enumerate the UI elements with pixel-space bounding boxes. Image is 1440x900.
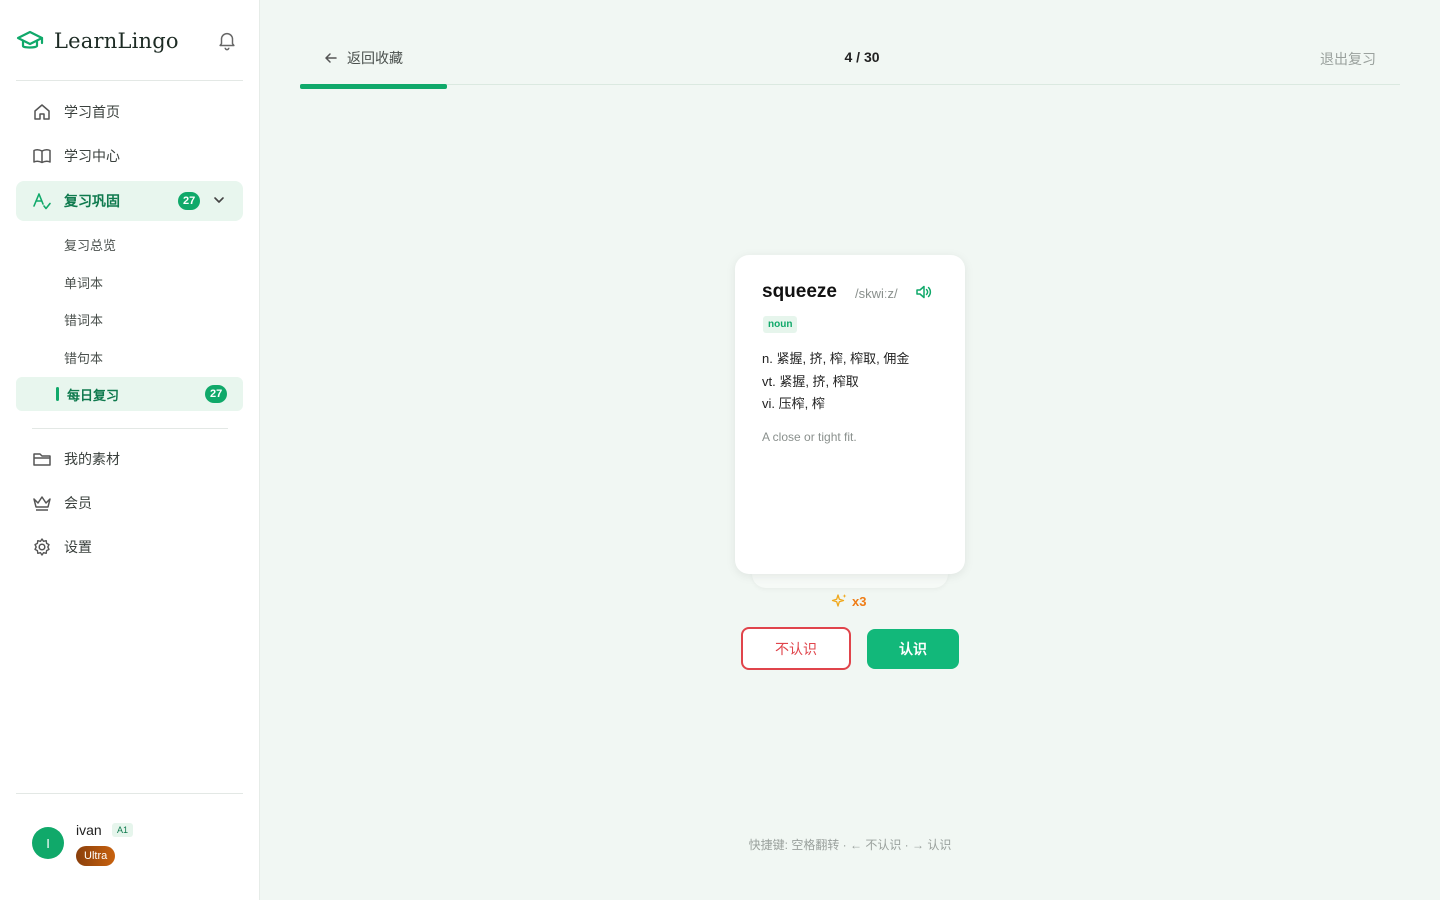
- sidebar-divider: [16, 793, 243, 794]
- unknown-button[interactable]: 不认识: [741, 627, 851, 670]
- sidebar-item-review[interactable]: 复习巩固 27: [16, 181, 243, 221]
- sidebar-item-learning-center[interactable]: 学习中心: [16, 136, 243, 176]
- streak-count: x3: [852, 593, 867, 609]
- exit-review-button[interactable]: 退出复习: [1310, 49, 1386, 69]
- sidebar-item-settings[interactable]: 设置: [16, 527, 243, 567]
- arrow-left-icon: [325, 53, 337, 63]
- sidebar-item-label: 会员: [64, 495, 92, 511]
- gear-icon: [32, 537, 52, 557]
- bell-icon[interactable]: [216, 29, 238, 51]
- daily-review-badge: 27: [205, 385, 228, 403]
- back-label: 返回收藏: [347, 50, 403, 66]
- back-button[interactable]: 返回收藏: [324, 48, 403, 68]
- subitem-label: 错词本: [64, 312, 104, 328]
- definition-line: vi. 压榨, 榨: [762, 396, 825, 411]
- sidebar-item-label: 我的素材: [64, 451, 120, 467]
- chevron-down-icon[interactable]: [212, 193, 226, 207]
- sidebar-item-membership[interactable]: 会员: [16, 483, 243, 523]
- sidebar-item-label: 设置: [64, 539, 92, 555]
- sidebar-subitem-wrong-words[interactable]: 错词本: [16, 302, 243, 336]
- sidebar-divider: [32, 428, 228, 429]
- sidebar-item-label: 学习中心: [64, 148, 120, 164]
- brand-logo[interactable]: LearnLingo: [16, 26, 179, 56]
- sparkle-icon: [831, 594, 847, 607]
- graduation-cap-icon: [16, 30, 44, 49]
- book-icon: [32, 146, 52, 166]
- sidebar-item-home[interactable]: 学习首页: [16, 92, 243, 132]
- sidebar-item-label: 学习首页: [64, 104, 120, 120]
- sidebar-subitem-wrong-sentences[interactable]: 错句本: [16, 340, 243, 374]
- crown-icon: [32, 493, 52, 513]
- progress-counter: 4 / 30: [844, 49, 880, 65]
- active-indicator: [56, 387, 59, 401]
- part-of-speech-tag: noun: [763, 316, 798, 333]
- sidebar-subitem-wordbook[interactable]: 单词本: [16, 265, 243, 299]
- card-phonetic: /skwiːz/: [855, 286, 898, 301]
- sidebar-subitem-daily-review[interactable]: 每日复习 27: [16, 377, 243, 411]
- subitem-label: 错句本: [64, 350, 104, 366]
- review-count-badge: 27: [178, 192, 201, 210]
- folder-icon: [32, 449, 52, 469]
- known-button[interactable]: 认识: [867, 629, 959, 669]
- brand-name: LearnLingo: [54, 29, 179, 53]
- card-word: squeeze: [762, 281, 837, 302]
- progress-track: [300, 84, 1400, 85]
- flashcard[interactable]: squeeze /skwiːz/ noun n. 紧握, 挤, 榨, 榨取, 佣…: [735, 255, 965, 574]
- keyboard-shortcuts-hint: 快捷键: 空格翻转 · ← 不认识 · → 认识: [748, 838, 952, 852]
- sidebar-item-materials[interactable]: 我的素材: [16, 439, 243, 479]
- sidebar-item-label: 复习巩固: [64, 193, 120, 209]
- definition-line: vt. 紧握, 挤, 榨取: [762, 373, 859, 389]
- subitem-label: 复习总览: [64, 237, 117, 253]
- example-sentence: A close or tight fit.: [762, 430, 857, 444]
- sidebar-divider: [16, 80, 243, 81]
- review-icon: [32, 191, 52, 211]
- sidebar-subitem-overview[interactable]: 复习总览: [16, 227, 243, 261]
- avatar: I: [32, 827, 64, 859]
- subitem-label: 每日复习: [67, 387, 120, 403]
- subitem-label: 单词本: [64, 275, 104, 291]
- speaker-icon[interactable]: [915, 284, 933, 300]
- definitions: n. 紧握, 挤, 榨, 榨取, 佣金 vt. 紧握, 挤, 榨取 vi. 压榨…: [762, 348, 909, 416]
- home-icon: [32, 102, 52, 122]
- plan-badge: Ultra: [76, 846, 116, 866]
- card-stack-shadow: [752, 572, 948, 588]
- progress-fill: [300, 84, 447, 89]
- user-name: ivan: [76, 822, 102, 838]
- streak-indicator: x3: [830, 592, 866, 610]
- level-badge: A1: [112, 823, 134, 837]
- definition-line: n. 紧握, 挤, 榨, 榨取, 佣金: [762, 351, 910, 366]
- sidebar: LearnLingo 学习首页 学习中心 复习巩固 27 复习总览 单词本 错词…: [0, 0, 260, 900]
- user-profile[interactable]: I ivan A1 Ultra: [32, 820, 242, 870]
